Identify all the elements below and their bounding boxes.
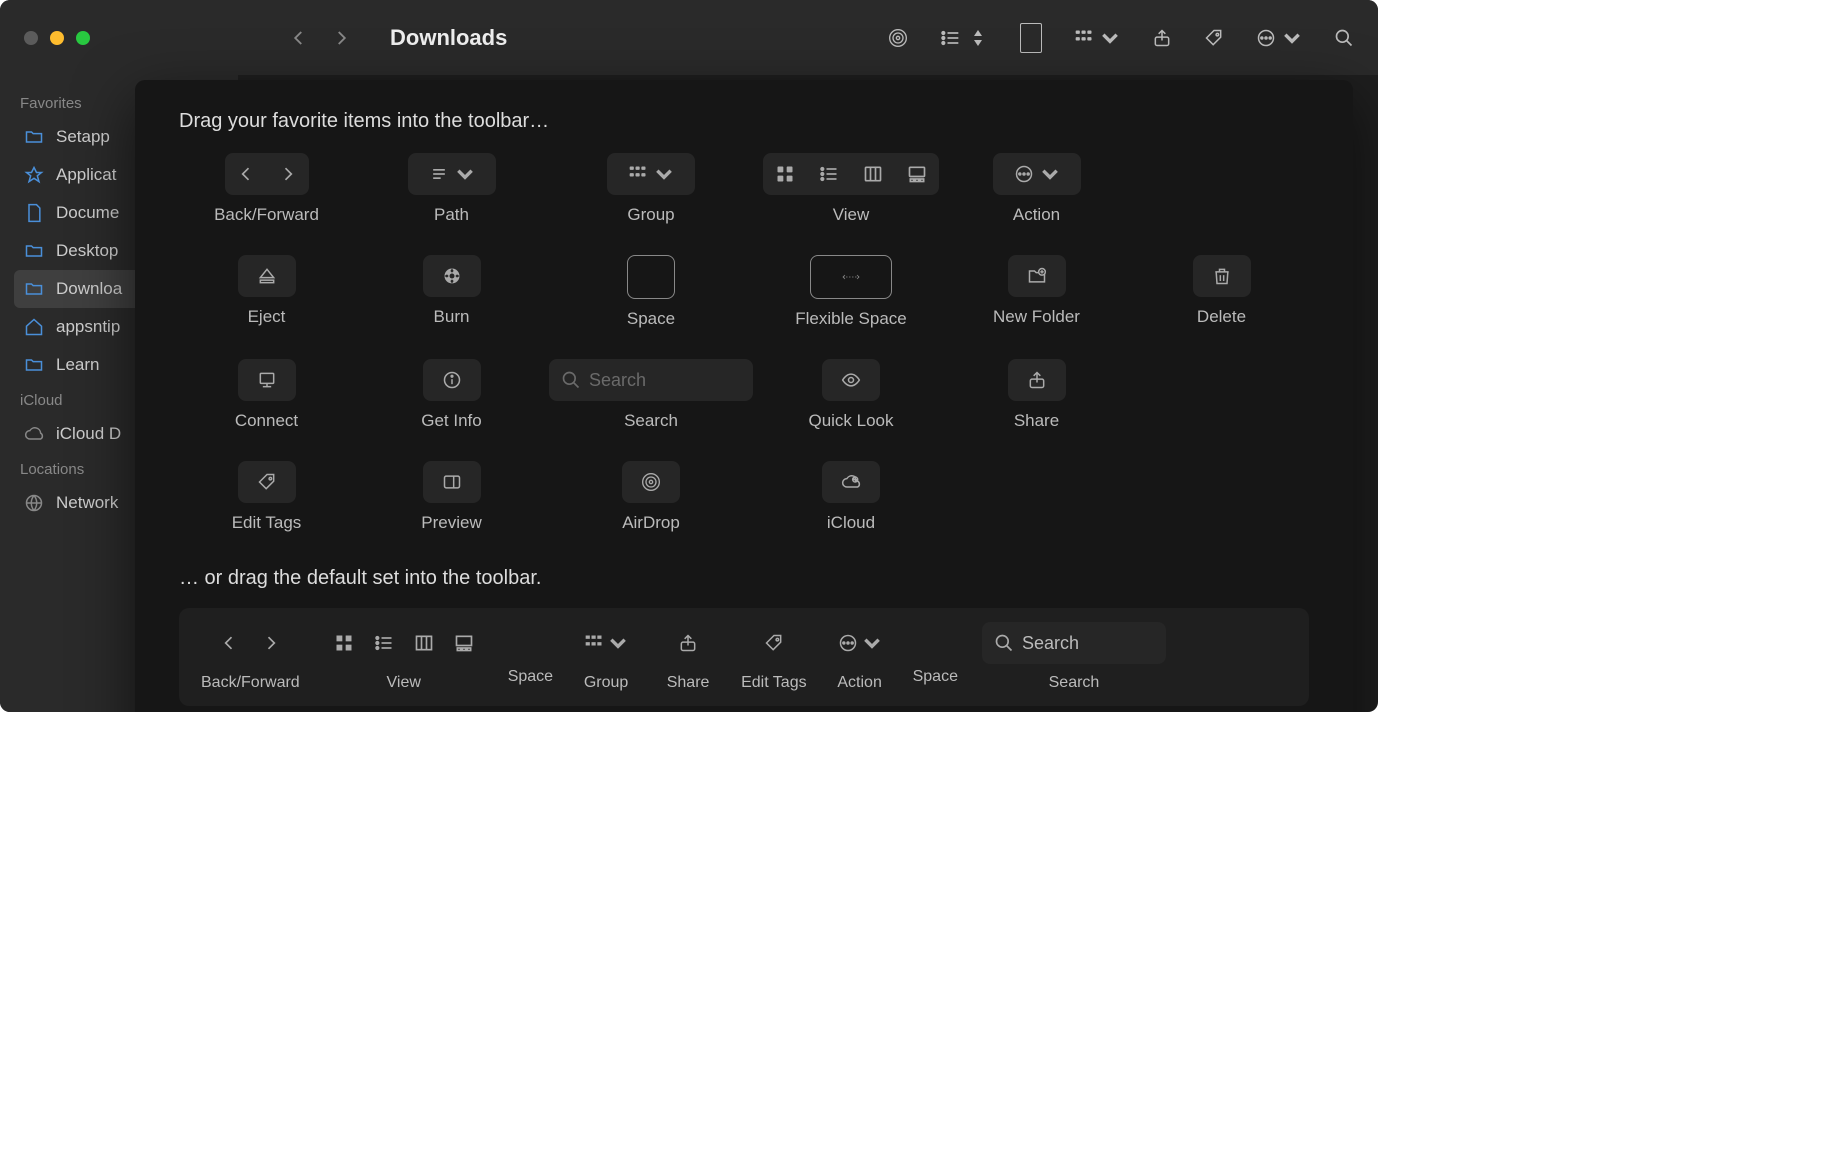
app-icon <box>24 165 44 185</box>
forward-button[interactable] <box>332 29 350 47</box>
back-button[interactable] <box>290 29 308 47</box>
toolbar-items-grid: Back/Forward Path Group View <box>179 153 1309 533</box>
customize-toolbar-panel: Drag your favorite items into the toolba… <box>135 80 1353 712</box>
folder-icon <box>24 127 44 147</box>
chevron-left-icon <box>225 153 267 195</box>
item-action[interactable]: Action <box>949 153 1124 225</box>
chevron-left-icon <box>208 622 250 664</box>
item-airdrop[interactable]: AirDrop <box>549 461 753 533</box>
item-get-info[interactable]: Get Info <box>364 359 539 431</box>
airdrop-toolbar-icon[interactable] <box>888 28 908 48</box>
folder-icon <box>24 279 44 299</box>
instruction-text: Drag your favorite items into the toolba… <box>179 110 1309 133</box>
folder-icon <box>24 355 44 375</box>
nav-arrows <box>290 29 350 47</box>
chevron-right-icon <box>267 153 309 195</box>
document-icon <box>24 203 44 223</box>
item-view[interactable]: View <box>763 153 939 225</box>
default-instruction-text: … or drag the default set into the toolb… <box>179 567 1309 590</box>
item-space[interactable]: Space <box>549 255 753 329</box>
item-back-forward[interactable]: Back/Forward <box>179 153 354 225</box>
item-connect[interactable]: Connect <box>179 359 354 431</box>
item-quick-look[interactable]: Quick Look <box>763 359 939 431</box>
item-path[interactable]: Path <box>364 153 539 225</box>
column-view-icon <box>851 153 895 195</box>
item-search[interactable]: SearchSearch <box>549 359 753 431</box>
chevron-right-icon <box>250 622 292 664</box>
list-view-toolbar[interactable] <box>940 28 988 48</box>
item-share[interactable]: Share <box>949 359 1124 431</box>
item-flexible-space[interactable]: Flexible Space <box>763 255 939 329</box>
space-placeholder-toolbar <box>1020 23 1042 53</box>
default-set-row[interactable]: Back/Forward View Space Group Share Edit… <box>179 608 1309 706</box>
search-icon <box>561 370 581 390</box>
action-toolbar[interactable] <box>1256 28 1302 48</box>
item-group[interactable]: Group <box>549 153 753 225</box>
item-new-folder[interactable]: New Folder <box>949 255 1124 329</box>
house-icon <box>24 317 44 337</box>
item-delete[interactable]: Delete <box>1134 255 1309 329</box>
search-toolbar-icon[interactable] <box>1334 28 1354 48</box>
window-title: Downloads <box>390 25 507 51</box>
tag-toolbar-icon[interactable] <box>1204 28 1224 48</box>
item-icloud[interactable]: iCloud <box>763 461 939 533</box>
globe-icon <box>24 493 44 513</box>
group-toolbar[interactable] <box>1074 28 1120 48</box>
toolbar-right <box>888 23 1354 53</box>
finder-window: Downloads Favorites Setapp Applicat <box>0 0 1378 712</box>
list-view-icon <box>807 153 851 195</box>
item-edit-tags[interactable]: Edit Tags <box>179 461 354 533</box>
item-preview[interactable]: Preview <box>364 461 539 533</box>
cloud-icon <box>24 424 44 444</box>
icon-view-icon <box>763 153 807 195</box>
folder-icon <box>24 241 44 261</box>
item-burn[interactable]: Burn <box>364 255 539 329</box>
share-toolbar-icon[interactable] <box>1152 28 1172 48</box>
item-eject[interactable]: Eject <box>179 255 354 329</box>
minimize-button[interactable] <box>50 31 64 45</box>
maximize-button[interactable] <box>76 31 90 45</box>
gallery-view-icon <box>895 153 939 195</box>
traffic-lights <box>24 31 90 45</box>
titlebar: Downloads <box>0 0 1378 75</box>
close-button[interactable] <box>24 31 38 45</box>
